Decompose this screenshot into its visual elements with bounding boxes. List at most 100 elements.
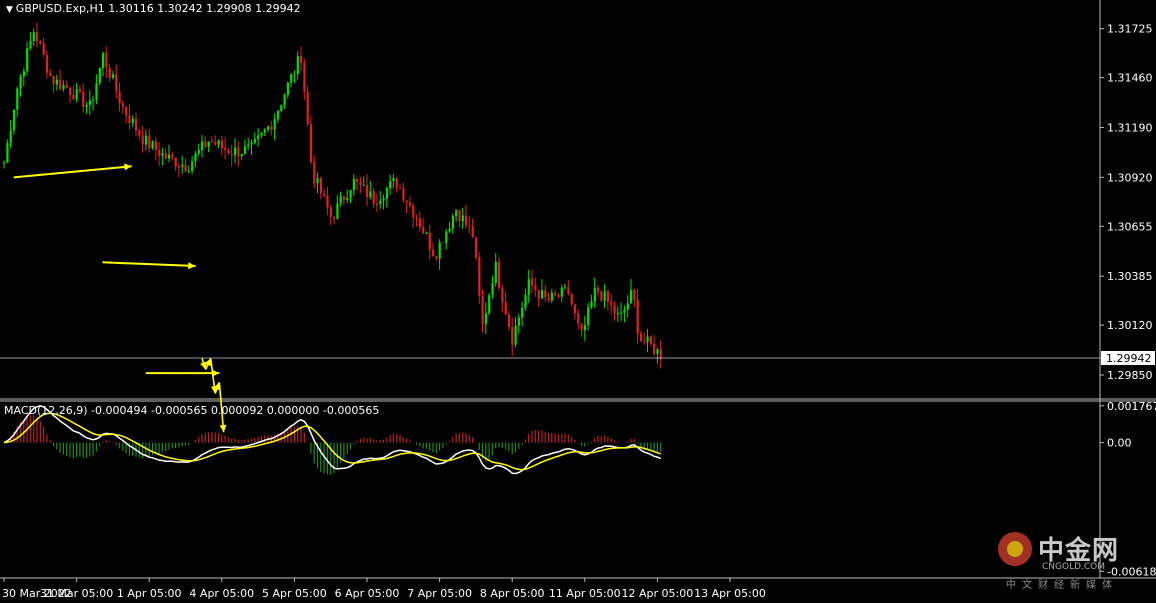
candle-body bbox=[356, 178, 359, 182]
candle-body bbox=[19, 76, 22, 89]
x-tick-label: 4 Apr 05:00 bbox=[189, 587, 254, 600]
candle-body bbox=[250, 142, 253, 145]
candle-body bbox=[253, 138, 256, 143]
candle-body bbox=[237, 147, 240, 157]
candle-body bbox=[425, 232, 428, 234]
candle-body bbox=[138, 130, 141, 136]
candle-body bbox=[349, 190, 352, 198]
candle-body bbox=[29, 41, 32, 49]
candle-body bbox=[230, 154, 233, 156]
candle-body bbox=[461, 215, 464, 222]
candle-body bbox=[220, 140, 223, 148]
macd-tick-label: 0.00 bbox=[1107, 437, 1132, 450]
candle-body bbox=[639, 333, 643, 342]
candle-body bbox=[636, 299, 639, 334]
candle-body bbox=[187, 170, 190, 172]
candle-body bbox=[564, 287, 567, 289]
candle-body bbox=[260, 132, 263, 136]
candle-body bbox=[507, 314, 511, 328]
candle-body bbox=[484, 313, 487, 325]
candle-body bbox=[455, 210, 458, 217]
candle-body bbox=[164, 153, 167, 159]
candle-body bbox=[168, 154, 171, 159]
watermark-name-en: CNGOLD.COM bbox=[1042, 562, 1106, 572]
candle-body bbox=[329, 207, 332, 218]
candle-body bbox=[267, 126, 270, 130]
x-tick-label: 6 Apr 05:00 bbox=[335, 587, 400, 600]
candle-body bbox=[366, 184, 369, 198]
candle-body bbox=[385, 188, 388, 199]
candle-body bbox=[55, 79, 58, 85]
candle-body bbox=[141, 135, 144, 145]
chart-menu-triangle-icon[interactable]: ▼ bbox=[6, 5, 16, 15]
candle-body bbox=[597, 287, 600, 292]
candle-body bbox=[276, 110, 280, 120]
candle-body bbox=[587, 307, 590, 325]
candle-body bbox=[382, 198, 385, 201]
candle-body bbox=[369, 191, 372, 198]
candle-body bbox=[643, 341, 646, 343]
candle-body bbox=[270, 126, 273, 130]
candle-body bbox=[560, 287, 563, 297]
candle-body bbox=[88, 100, 91, 105]
candle-body bbox=[158, 149, 161, 156]
x-tick-label: 31 Mar 05:00 bbox=[40, 587, 113, 600]
x-tick-label: 12 Apr 05:00 bbox=[622, 587, 694, 600]
candle-body bbox=[534, 285, 537, 291]
candle-body bbox=[392, 178, 395, 182]
candle-body bbox=[151, 141, 154, 149]
y-tick-label: 1.29850 bbox=[1107, 369, 1153, 382]
candle-body bbox=[346, 197, 349, 200]
candle-body bbox=[333, 217, 336, 219]
candle-body bbox=[45, 54, 49, 73]
candle-body bbox=[521, 307, 524, 318]
candle-body bbox=[118, 91, 121, 104]
candle-body bbox=[653, 343, 656, 355]
candle-body bbox=[247, 144, 250, 147]
candle-body bbox=[293, 73, 296, 75]
candle-body bbox=[171, 154, 174, 158]
candle-body bbox=[527, 278, 530, 295]
x-tick-label: 13 Apr 05:00 bbox=[694, 587, 766, 600]
y-tick-label: 1.31190 bbox=[1107, 121, 1153, 134]
y-tick-label: 1.31460 bbox=[1107, 72, 1153, 85]
candle-body bbox=[257, 135, 260, 139]
candle-body bbox=[395, 178, 398, 188]
symbol-title-text: GBPUSD.Exp,H1 1.30116 1.30242 1.29908 1.… bbox=[15, 2, 301, 15]
candle-body bbox=[448, 228, 451, 232]
candle-body bbox=[95, 83, 98, 100]
candle-body bbox=[52, 76, 55, 85]
candle-body bbox=[567, 287, 570, 294]
candle-body bbox=[550, 292, 553, 301]
candle-body bbox=[144, 135, 148, 145]
candle-body bbox=[227, 149, 230, 155]
watermark-subtitle: 中文财经新媒体 bbox=[1006, 580, 1118, 591]
candle-body bbox=[481, 295, 484, 325]
candle-body bbox=[554, 292, 557, 295]
candle-body bbox=[194, 153, 197, 162]
macd-tick-label: 0.001767 bbox=[1107, 400, 1156, 413]
candle-body bbox=[290, 74, 293, 83]
candle-body bbox=[656, 349, 659, 355]
candle-body bbox=[224, 147, 227, 150]
watermark-logo-icon bbox=[998, 532, 1032, 566]
x-tick-label: 8 Apr 05:00 bbox=[480, 587, 545, 600]
candle-body bbox=[174, 157, 177, 167]
candle-body bbox=[128, 115, 131, 124]
candle-body bbox=[465, 215, 468, 226]
candle-body bbox=[494, 261, 497, 283]
candle-body bbox=[184, 164, 187, 172]
candle-body bbox=[36, 32, 39, 42]
candle-body bbox=[600, 291, 603, 301]
candle-body bbox=[646, 336, 649, 342]
x-tick-label: 11 Apr 05:00 bbox=[549, 587, 621, 600]
candle-body bbox=[445, 231, 448, 244]
candle-body bbox=[197, 150, 200, 154]
candle-body bbox=[342, 196, 346, 200]
candle-body bbox=[428, 232, 431, 250]
candle-body bbox=[616, 313, 619, 315]
candle-body bbox=[263, 129, 266, 133]
candle-body bbox=[102, 53, 105, 69]
candle-body bbox=[620, 312, 623, 314]
candle-body bbox=[204, 141, 207, 147]
